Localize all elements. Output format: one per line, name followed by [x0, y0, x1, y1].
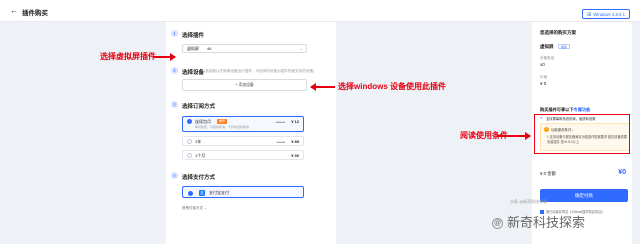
add-device-button[interactable]: + 添加设备 — [182, 79, 307, 91]
recommend-badge: 推荐 — [217, 119, 228, 124]
step-title-device: 选择设备 — [182, 69, 205, 76]
step-title-payment: 选择支付方式 — [182, 174, 216, 181]
radio-icon — [187, 153, 192, 158]
version-badge: ⊞ Windows 4.8.0.1 — [582, 9, 630, 19]
price-value: ¥ 0 — [540, 81, 547, 86]
plan-name: 1个月 — [195, 153, 206, 158]
plan-option-monthly[interactable]: 连续包月 推荐 每月续费，可随时取消，不影响当前使用 ¥99.00 ¥ 12 — [182, 116, 304, 132]
radio-icon — [187, 139, 192, 144]
annotation-arrow — [153, 53, 176, 61]
watermark-logo-icon: @ — [492, 218, 503, 230]
watermark-sub: 头条 @新奇科技探索 — [510, 199, 548, 204]
step-title-subscription: 选择订阅方式 — [182, 103, 216, 110]
plan-original-price: ¥99.00 — [275, 119, 285, 124]
plan-option-one-month[interactable]: 1个月 ¥ 30 — [182, 150, 304, 160]
plan-option-yearly[interactable]: 1年 ¥ 9.00 ¥ 85 — [182, 136, 304, 146]
plugin-select-value: 虚拟屏 — [187, 46, 199, 51]
total-amount: ¥0 — [618, 169, 626, 176]
total-label: ¥ 0 金额 — [540, 171, 556, 176]
radio-selected-icon — [188, 190, 193, 196]
annotation-arrow — [310, 83, 335, 91]
price-label: 价格 — [540, 75, 548, 79]
windows-icon: ⊞ — [587, 12, 592, 18]
step-title-plugin: 选择插件 — [182, 32, 205, 39]
summary-plugin-tag: 插件 — [558, 44, 571, 49]
purchase-form: 1 选择插件 虚拟屏 4K ⌄ 2 选择设备 (将会默认在新增设备运行插件，可选择… — [166, 22, 336, 244]
feature-section-text: 购买插件可享以下 — [540, 107, 574, 112]
chevron-down-icon: ⌄ — [299, 46, 303, 51]
annotation-arrow — [497, 132, 531, 140]
plan-name: 1年 — [195, 139, 202, 144]
device-hint: (将会默认在新增设备运行插件，可选择的设备为插件所能支持的设备) — [204, 69, 315, 73]
page-title: 插件购买 — [22, 10, 48, 17]
radio-selected-icon — [187, 119, 192, 124]
more-payment-link[interactable]: 其他付费方式 ⌄ — [182, 206, 207, 211]
plan-price: ¥ 85 — [291, 139, 299, 144]
annotation-select-device: 选择windows 设备使用此插件 — [338, 82, 446, 91]
alipay-icon: 支 — [199, 189, 205, 196]
plan-price: ¥ 12 — [291, 119, 299, 124]
watermark: @ 新奇科技探索 — [492, 212, 640, 238]
step-number: 3 — [171, 101, 178, 108]
plugin-select-variant: 4K — [207, 46, 212, 51]
step-number: 2 — [171, 67, 178, 74]
top-bar: ← 插件购买 ⊞ Windows 4.8.0.1 — [0, 0, 640, 22]
payment-option-alipay[interactable]: 支 支付宝支付 — [182, 186, 304, 198]
plan-price: ¥ 30 — [291, 153, 299, 158]
feature-link[interactable]: 专属功能 — [574, 107, 591, 112]
step-number: 1 — [171, 30, 178, 37]
plugin-select[interactable]: 虚拟屏 4K ⌄ — [182, 44, 307, 53]
watermark-text: 新奇科技探索 — [507, 215, 586, 230]
summary-plugin-name: 虚拟屏 — [540, 44, 554, 49]
payment-label: 支付宝支付 — [209, 190, 229, 195]
devices-value: x0 — [540, 62, 545, 67]
plan-description: 每月续费，可随时取消，不影响当前使用 — [195, 125, 250, 129]
devices-label: 设备数量 — [540, 56, 555, 60]
summary-title: 您选择的购买方案 — [540, 30, 576, 35]
annotation-highlight-box — [534, 114, 630, 154]
plan-original-price: ¥ 9.00 — [276, 139, 285, 144]
version-label: Windows 4.8.0.1 — [593, 12, 625, 17]
annotation-select-plugin: 选择虚拟屏插件 — [100, 52, 156, 61]
feature-section-title: 购买插件可享以下专属功能 — [540, 107, 590, 113]
back-arrow-icon[interactable]: ← — [10, 6, 18, 15]
confirm-pay-button[interactable]: 确定付款 — [540, 189, 628, 202]
step-number: 4 — [171, 172, 178, 179]
